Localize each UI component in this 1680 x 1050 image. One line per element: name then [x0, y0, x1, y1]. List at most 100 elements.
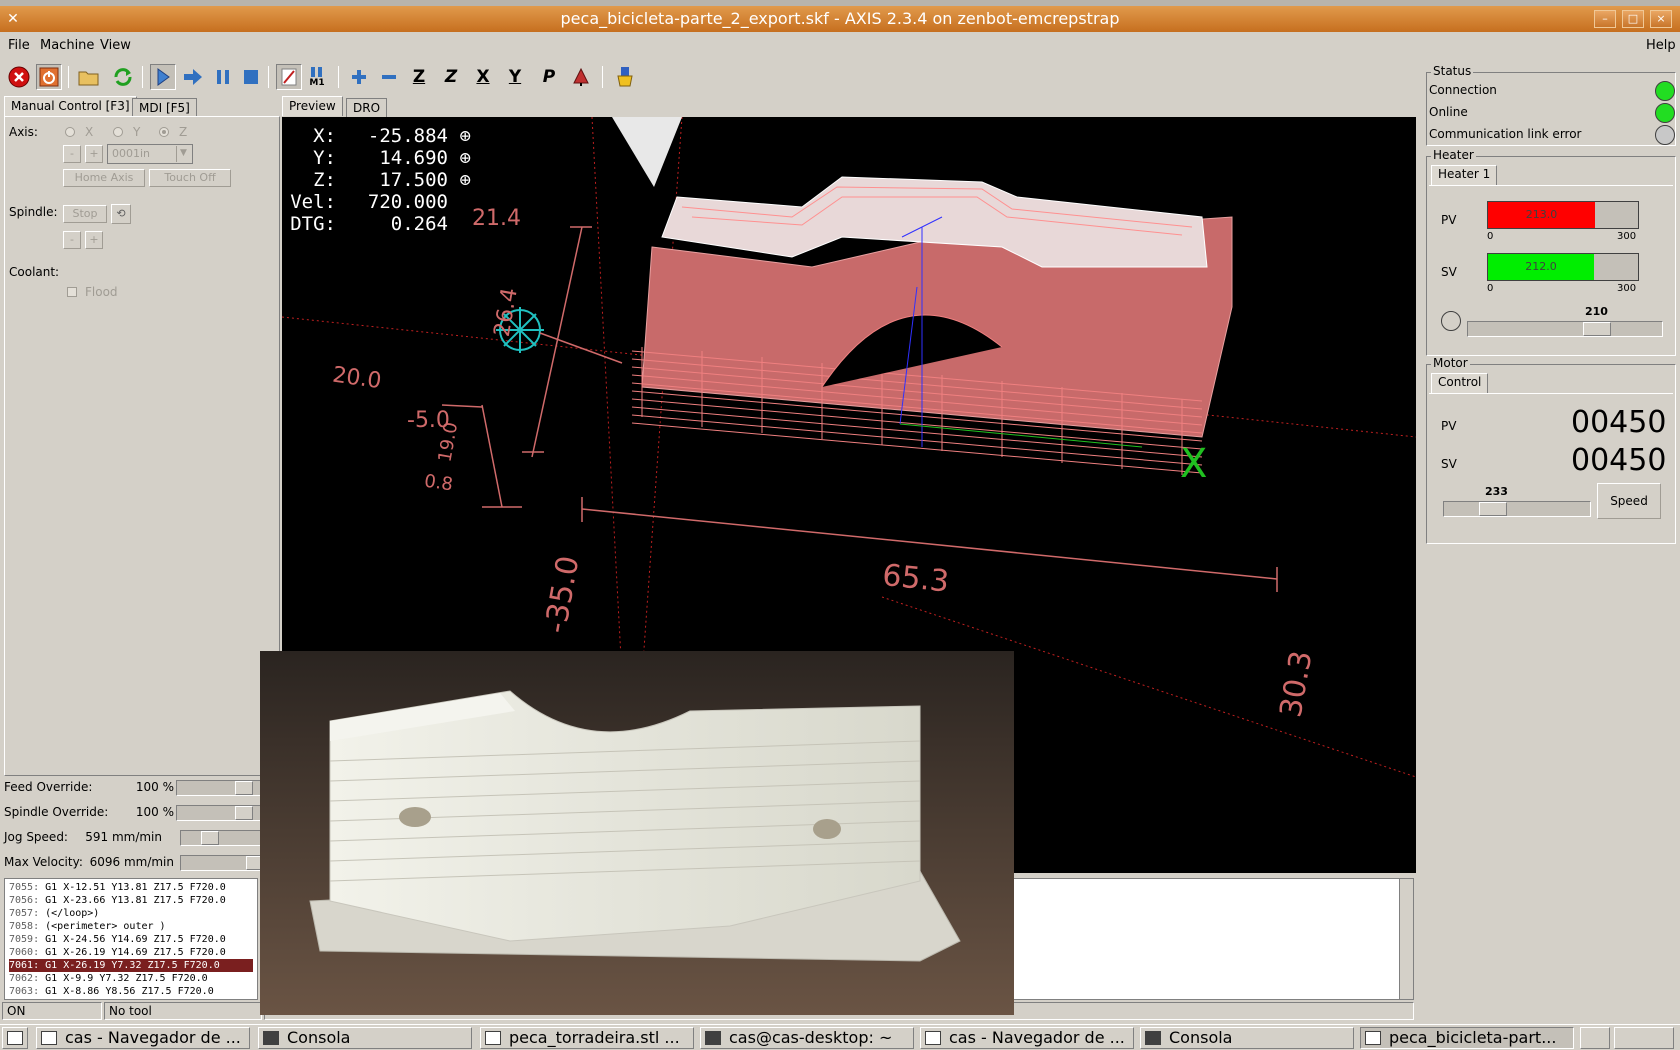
- window-titlebar[interactable]: ✕ peca_bicicleta-parte_2_export.skf - AX…: [0, 6, 1680, 32]
- jog-increment-value: 0001in: [112, 147, 151, 160]
- close-button[interactable]: ×: [1650, 10, 1672, 28]
- jog-plus-button[interactable]: +: [85, 145, 103, 163]
- step-icon[interactable]: [180, 64, 206, 90]
- flood-checkbox[interactable]: [67, 287, 77, 297]
- slider-thumb[interactable]: [235, 781, 253, 795]
- tab-preview[interactable]: Preview: [282, 96, 343, 116]
- heater-enable-icon[interactable]: [1441, 311, 1461, 331]
- gcode-line-text: G1 X-8.86 Y8.56 Z17.5 F720.0: [45, 986, 214, 997]
- gcode-line[interactable]: 7058: (<perimeter> outer ): [9, 920, 253, 933]
- tray-app-icon[interactable]: [1614, 1027, 1674, 1049]
- slider-thumb[interactable]: [1583, 322, 1611, 336]
- dro-dtg-label: DTG:: [290, 213, 336, 235]
- left-panel: Axis: X Y Z - + 0001in ▼ Home Axis Touch…: [4, 116, 280, 776]
- online-label: Online: [1429, 105, 1468, 119]
- taskbar-item-label: cas - Navegador de ...: [949, 1028, 1125, 1047]
- taskbar-item[interactable]: peca_torradeira.stl ...: [480, 1027, 694, 1049]
- gcode-line[interactable]: 7059: G1 X-24.56 Y14.69 Z17.5 F720.0: [9, 933, 253, 946]
- menu-file[interactable]: File: [8, 38, 30, 53]
- view-z2-icon[interactable]: Z: [438, 64, 464, 90]
- view-z-icon[interactable]: Z: [406, 64, 432, 90]
- touch-off-button[interactable]: Touch Off: [149, 169, 231, 187]
- max-velocity-label: Max Velocity:: [4, 855, 83, 869]
- connection-label: Connection: [1429, 83, 1497, 97]
- maximize-button[interactable]: □: [1622, 10, 1644, 28]
- gcode-line-number: 7059:: [9, 934, 40, 945]
- tab-dro[interactable]: DRO: [346, 98, 388, 118]
- gcode-line[interactable]: 7056: G1 X-23.66 Y13.81 Z17.5 F720.0: [9, 894, 253, 907]
- gcode-line[interactable]: 7062: G1 X-9.9 Y7.32 Z17.5 F720.0: [9, 972, 253, 985]
- dim-21-4: 21.4: [472, 206, 521, 231]
- feed-override-slider[interactable]: [176, 780, 266, 796]
- minimize-button[interactable]: –: [1594, 10, 1616, 28]
- spindle-override-slider[interactable]: [176, 805, 266, 821]
- gcode-listing[interactable]: 7055: G1 X-12.51 Y13.81 Z17.5 F720.0 7056…: [4, 878, 258, 1000]
- spindle-stop-button[interactable]: Stop: [63, 205, 107, 223]
- slider-thumb[interactable]: [201, 831, 219, 845]
- spindle-toggle-icon[interactable]: ⟲: [111, 204, 131, 224]
- jog-increment-select[interactable]: 0001in ▼: [107, 144, 193, 164]
- block-delete-icon[interactable]: [276, 64, 302, 90]
- gcode-line[interactable]: 7060: G1 X-26.19 Y14.69 Z17.5 F720.0: [9, 946, 253, 959]
- estop-icon[interactable]: [6, 64, 32, 90]
- clear-plot-icon[interactable]: [612, 64, 638, 90]
- run-icon[interactable]: [150, 64, 176, 90]
- taskbar-item[interactable]: Consola: [258, 1027, 472, 1049]
- optional-stop-icon[interactable]: M1: [304, 64, 330, 90]
- taskbar-item[interactable]: cas - Navegador de ...: [920, 1027, 1134, 1049]
- axis-z-radio[interactable]: [159, 127, 169, 137]
- tab-manual-control[interactable]: Manual Control [F3]: [4, 96, 137, 116]
- gcode-line[interactable]: 7055: G1 X-12.51 Y13.81 Z17.5 F720.0: [9, 881, 253, 894]
- tray-icon[interactable]: [1580, 1027, 1610, 1049]
- gcode-line-number: 7063:: [9, 986, 40, 997]
- pause-icon[interactable]: [210, 64, 236, 90]
- dro-z-value: 17.500: [379, 169, 448, 191]
- axis-x-radio[interactable]: [65, 127, 75, 137]
- open-file-icon[interactable]: [76, 64, 102, 90]
- heater-sv-max: 300: [1617, 283, 1637, 294]
- menu-machine[interactable]: Machine: [40, 38, 94, 53]
- zoom-out-icon[interactable]: [376, 64, 402, 90]
- stop-icon[interactable]: [238, 64, 264, 90]
- reload-icon[interactable]: [110, 64, 136, 90]
- spindle-faster-button[interactable]: +: [85, 231, 103, 249]
- slider-thumb[interactable]: [1479, 502, 1507, 516]
- taskbar-item[interactable]: cas@cas-desktop: ~: [700, 1027, 914, 1049]
- zoom-in-icon[interactable]: [346, 64, 372, 90]
- spindle-slower-button[interactable]: -: [63, 231, 81, 249]
- motor-pv-value: 00450: [1571, 405, 1667, 440]
- tab-heater-1[interactable]: Heater 1: [1431, 165, 1498, 185]
- heater-setpoint-slider[interactable]: [1467, 321, 1663, 337]
- gcode-line[interactable]: 7061: G1 X-26.19 Y7.32 Z17.5 F720.0: [9, 959, 253, 972]
- tab-motor-control[interactable]: Control: [1431, 373, 1489, 393]
- toolbar-separator: [268, 66, 269, 88]
- browser-window-icon: [41, 1031, 57, 1045]
- machine-power-icon[interactable]: [36, 64, 62, 90]
- axis-y-radio[interactable]: [113, 127, 123, 137]
- gcode-line-text: G1 X-26.19 Y7.32 Z17.5 F720.0: [45, 960, 220, 971]
- menu-help[interactable]: Help: [1646, 38, 1676, 53]
- gcode-line[interactable]: 7057: (</loop>): [9, 907, 253, 920]
- gcode-line[interactable]: 7063: G1 X-8.86 Y8.56 Z17.5 F720.0: [9, 985, 253, 998]
- taskbar-item-active[interactable]: peca_bicicleta-part...: [1360, 1027, 1574, 1049]
- gcode-listing-scroll-area[interactable]: [1010, 878, 1414, 1000]
- view-p-icon[interactable]: P: [536, 64, 562, 90]
- taskbar-item[interactable]: cas - Navegador de ...: [36, 1027, 250, 1049]
- menu-view[interactable]: View: [100, 38, 131, 53]
- jog-minus-button[interactable]: -: [63, 145, 81, 163]
- home-axis-button[interactable]: Home Axis: [63, 169, 145, 187]
- gcode-scrollbar[interactable]: [1399, 879, 1413, 999]
- tab-mdi[interactable]: MDI [F5]: [132, 98, 197, 118]
- taskbar-item[interactable]: Consola: [1140, 1027, 1354, 1049]
- view-y-icon[interactable]: Y: [502, 64, 528, 90]
- show-desktop-icon[interactable]: [2, 1027, 28, 1049]
- toggle-tool-icon[interactable]: [568, 64, 594, 90]
- speed-button[interactable]: Speed: [1597, 483, 1661, 519]
- motor-speed-slider[interactable]: [1443, 501, 1591, 517]
- view-x-icon[interactable]: X: [470, 64, 496, 90]
- slider-thumb[interactable]: [235, 806, 253, 820]
- max-velocity-slider[interactable]: [180, 855, 270, 871]
- chevron-down-icon: ▼: [176, 146, 190, 162]
- printed-part-photo: [260, 651, 1014, 1015]
- jog-speed-slider[interactable]: [180, 830, 270, 846]
